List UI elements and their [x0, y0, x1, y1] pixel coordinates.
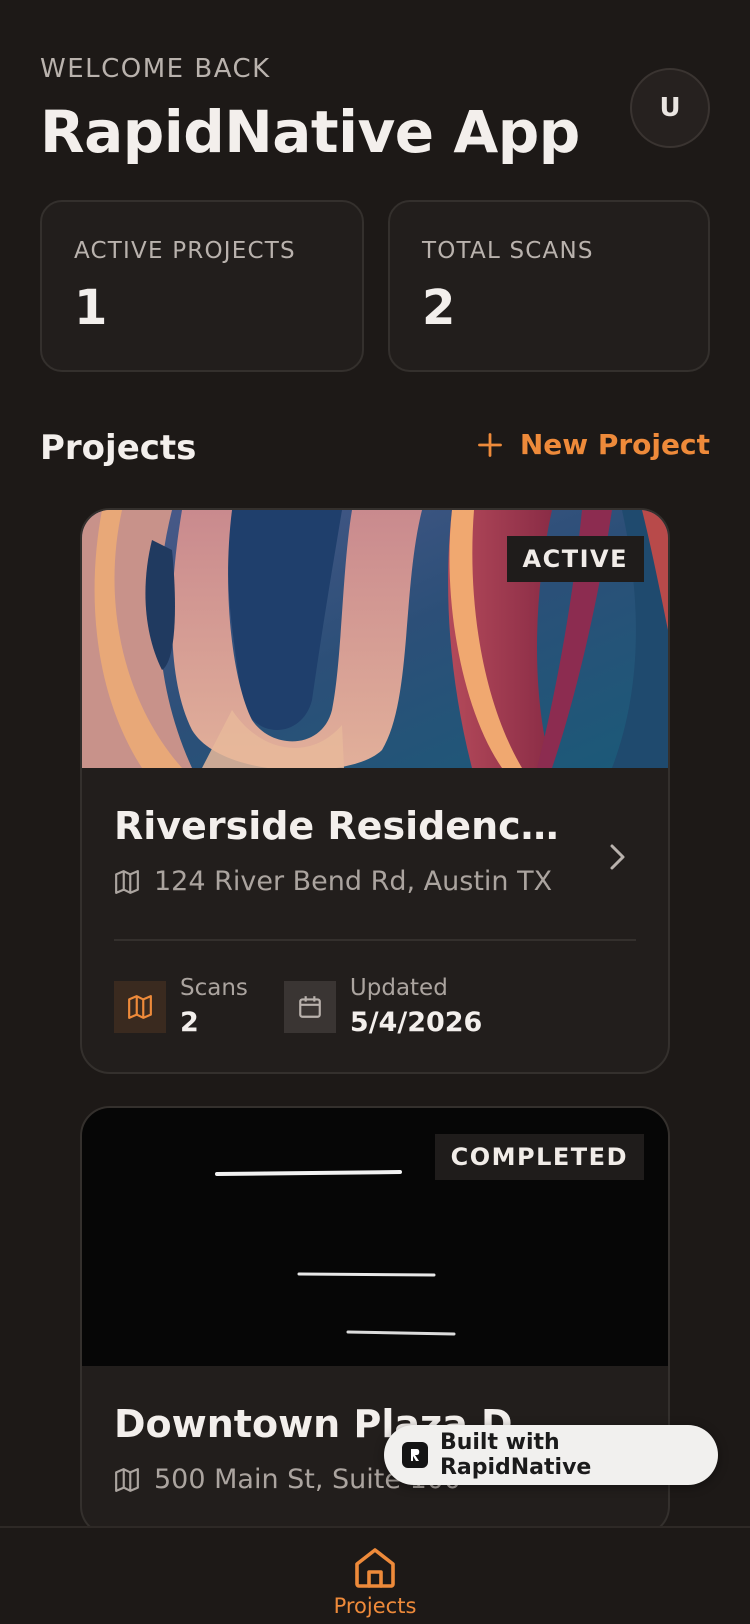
built-with-label: Built with RapidNative — [439, 1430, 592, 1480]
project-thumbnail: ACTIVE — [82, 510, 668, 768]
project-thumbnail: COMPLETED — [82, 1108, 668, 1366]
welcome-label: WELCOME BACK — [40, 54, 271, 84]
page-title: RapidNative App — [40, 98, 580, 166]
avatar-initial: U — [659, 93, 681, 123]
stat-label: ACTIVE PROJECTS — [74, 238, 296, 264]
status-badge: ACTIVE — [506, 536, 644, 582]
map-icon — [115, 869, 139, 894]
stat-card-active-projects: ACTIVE PROJECTS 1 — [40, 200, 364, 372]
address-text: 124 River Bend Rd, Austin TX — [154, 866, 553, 897]
stat-label: TOTAL SCANS — [422, 238, 594, 264]
chevron-right-icon — [610, 844, 625, 870]
updated-value: 5/4/2026 — [349, 1007, 483, 1038]
scans-label: Scans — [180, 975, 248, 1001]
projects-section-title: Projects — [40, 428, 197, 468]
project-address: 124 River Bend Rd, Austin TX — [114, 866, 636, 897]
project-card[interactable]: ACTIVE Riverside Residence ... 124 River… — [80, 508, 670, 1074]
meta-updated: Updated 5/4/2026 — [283, 975, 483, 1038]
stat-value: 2 — [422, 280, 456, 336]
stat-card-total-scans: TOTAL SCANS 2 — [388, 200, 710, 372]
rapidnative-logo-icon — [402, 1442, 428, 1468]
project-title: Riverside Residence ... — [114, 804, 564, 848]
status-badge: COMPLETED — [434, 1134, 644, 1180]
scans-value: 2 — [180, 1007, 199, 1038]
meta-scans: Scans 2 — [114, 975, 248, 1038]
home-icon — [355, 1548, 395, 1588]
stat-value: 1 — [74, 280, 108, 336]
tab-label: Projects — [333, 1594, 417, 1618]
home-screen: WELCOME BACK RapidNative App U ACTIVE PR… — [0, 0, 750, 1624]
built-with-badge[interactable]: Built with RapidNative — [384, 1425, 718, 1485]
calendar-icon — [299, 995, 321, 1018]
divider — [114, 939, 636, 941]
new-project-label: New Project — [519, 428, 710, 461]
new-project-button[interactable]: New Project — [476, 428, 710, 461]
updated-label: Updated — [349, 975, 448, 1001]
plus-icon — [477, 432, 502, 457]
bottom-tab-bar: Projects — [0, 1526, 750, 1624]
map-icon — [128, 994, 152, 1019]
tab-projects[interactable]: Projects — [310, 1528, 440, 1624]
map-icon — [115, 1467, 139, 1492]
avatar[interactable]: U — [630, 68, 710, 148]
